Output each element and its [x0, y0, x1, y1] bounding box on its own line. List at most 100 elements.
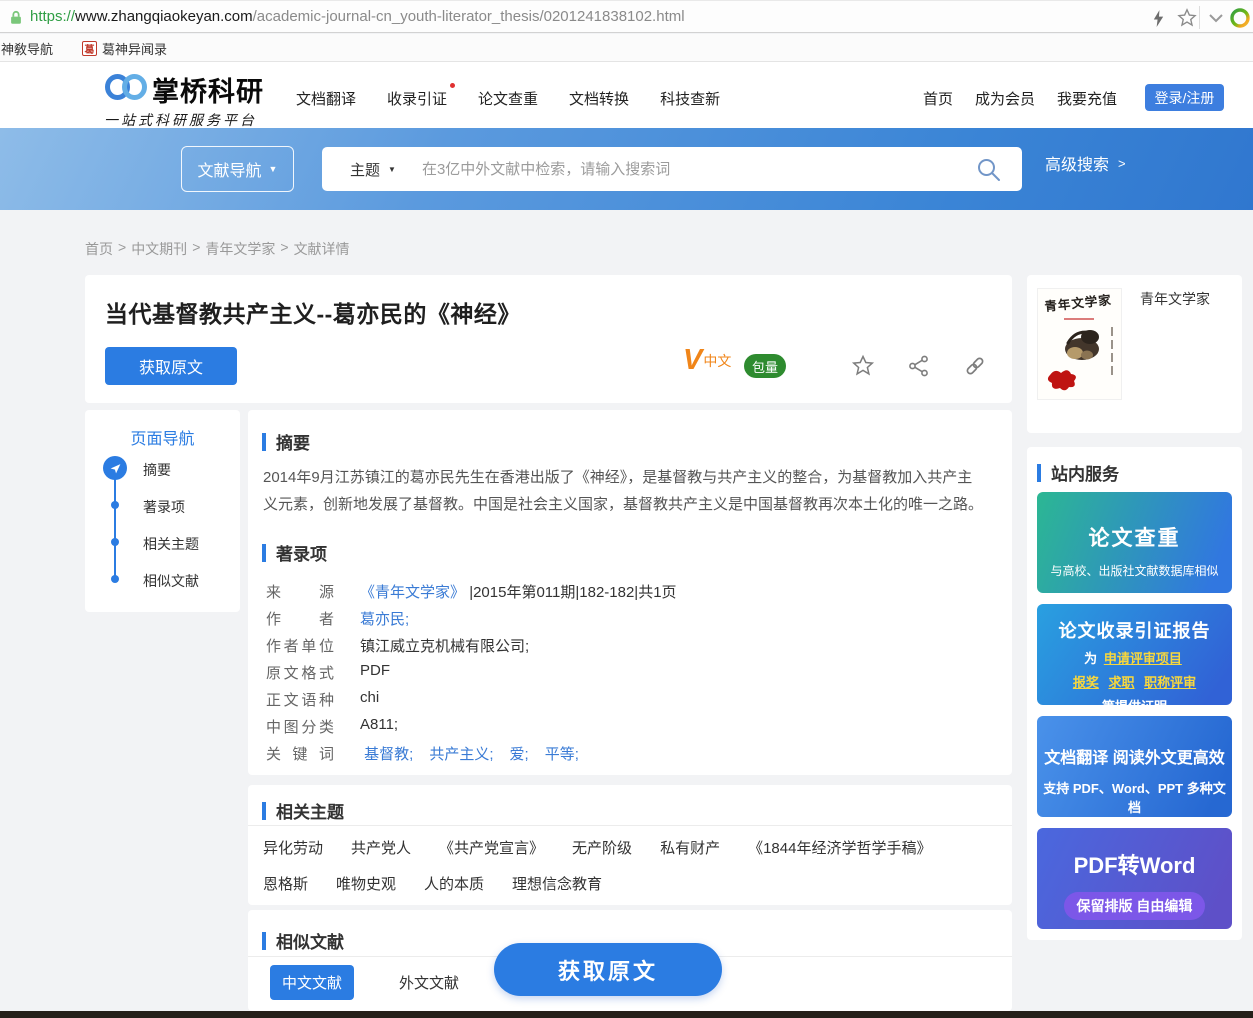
page-nav-item-related-topics[interactable]: 相关主题 — [143, 534, 199, 554]
bookmark-item[interactable]: 葛 葛神异闻录 — [82, 34, 167, 62]
service-doc-translate-banner[interactable]: 文档翻译 阅读外文更高效 支持 PDF、Word、PPT 多种文档 — [1037, 716, 1232, 817]
topic-link[interactable]: 共产党人 — [351, 837, 411, 858]
search-input[interactable] — [396, 161, 975, 178]
service-citation-report-banner[interactable]: 论文收录引证报告 为 申请评审项目 报奖 求职 职称评审 等提供证明 — [1037, 604, 1232, 705]
biblio-value: |2015年第011期|182-182|共1页 — [469, 584, 676, 601]
timeline-dot — [111, 575, 119, 583]
search-icon[interactable] — [975, 156, 1022, 183]
biblio-value: PDF — [360, 662, 390, 679]
biblio-value: chi — [360, 689, 379, 706]
topic-link[interactable]: 唯物史观 — [336, 873, 396, 894]
site-services-card: 站内服务 论文查重 与高校、出版社文献数据库相似 论文收录引证报告 为 申请评审… — [1027, 447, 1242, 940]
topic-link[interactable]: 异化劳动 — [263, 837, 323, 858]
biblio-row-author: 作者葛亦民; — [266, 608, 409, 629]
url-text[interactable]: https://www.zhangqiaokeyan.com/academic-… — [30, 1, 685, 33]
topic-link[interactable]: 私有财产 — [660, 837, 720, 858]
site-header: 掌桥科研 一站式科研服务平台 文档翻译 收录引证 论文查重 文档转换 科技查新 … — [0, 62, 1253, 128]
breadcrumb-journal-name[interactable]: 青年文学家 — [205, 239, 275, 259]
service-link-job[interactable]: 求职 — [1108, 675, 1134, 690]
service-subtitle: 支持 PDF、Word、PPT 多种文档 — [1037, 778, 1232, 816]
biblio-row-keywords: 关键词 基督教; 共产主义; 爱; 平等; — [266, 743, 595, 764]
abstract-heading: 摘要 — [276, 429, 310, 454]
page-nav-item-abstract[interactable]: 摘要 — [143, 460, 171, 480]
topic-link[interactable]: 《1844年经济学哲学手稿》 — [748, 837, 931, 858]
journal-cover-image[interactable]: 青年文学家 — [1037, 288, 1122, 400]
page-root: https://www.zhangqiaokeyan.com/academic-… — [0, 0, 1253, 1018]
chevron-down-icon[interactable] — [1204, 6, 1228, 30]
author-link[interactable]: 葛亦民; — [360, 611, 409, 628]
topic-link[interactable]: 理想信念教育 — [512, 873, 602, 894]
floating-get-fulltext-button[interactable]: 获取原文 — [494, 943, 722, 996]
tab-foreign-docs[interactable]: 外文文献 — [387, 965, 471, 1000]
biblio-label: 正文语种 — [266, 689, 334, 710]
bookmarks-bar: 神敎导航 葛 葛神异闻录 — [0, 34, 1253, 62]
biblio-row-classification: 中图分类A811; — [266, 716, 398, 737]
link-become-member[interactable]: 成为会员 — [975, 88, 1035, 109]
service-text: 为 — [1084, 651, 1097, 666]
breadcrumb-home[interactable]: 首页 — [85, 239, 113, 259]
service-pdf-to-word-banner[interactable]: PDF转Word 保留排版 自由编辑 — [1037, 828, 1232, 929]
link-recharge[interactable]: 我要充值 — [1057, 88, 1117, 109]
services-heading: 站内服务 — [1051, 460, 1119, 485]
search-category-dropdown[interactable]: 主题 ▼ — [322, 159, 396, 180]
copy-link-icon[interactable] — [962, 353, 988, 379]
nav-item-doc-convert[interactable]: 文档转换 — [569, 88, 629, 109]
bookmark-favicon: 葛 — [82, 41, 97, 56]
biblio-row-affiliation: 作者单位 镇江威立克机械有限公司; — [266, 635, 529, 656]
journal-link[interactable]: 《青年文学家》 — [360, 584, 465, 601]
biblio-row-language: 正文语种 chi — [266, 689, 379, 710]
topic-link[interactable]: 无产阶级 — [572, 837, 632, 858]
browser-avatar-icon[interactable] — [1228, 6, 1252, 30]
page-nav-card: 页面导航 摘要 著录项 相关主题 相似文献 — [85, 410, 240, 612]
bookmark-star-icon[interactable] — [1175, 6, 1199, 30]
keyword-link[interactable]: 爱; — [510, 746, 529, 763]
get-fulltext-button[interactable]: 获取原文 — [105, 347, 237, 385]
timeline-dot — [111, 501, 119, 509]
service-link-review-project[interactable]: 申请评审项目 — [1104, 651, 1182, 666]
active-marker-plane-icon — [103, 456, 127, 480]
nav-item-plagiarism-check[interactable]: 论文查重 — [478, 88, 538, 109]
keyword-link[interactable]: 基督教; — [364, 746, 413, 763]
breadcrumb-separator: > — [192, 239, 200, 259]
logo-title: 掌桥科研 — [152, 70, 264, 109]
keyword-link[interactable]: 平等; — [545, 746, 579, 763]
page-nav-item-similar-docs[interactable]: 相似文献 — [143, 571, 199, 591]
bookmark-item[interactable]: 神敎导航 — [1, 34, 53, 62]
section-accent-bar — [1037, 464, 1041, 482]
advanced-search-link[interactable]: 高级搜索 > — [1045, 151, 1126, 175]
lightning-icon[interactable] — [1146, 6, 1170, 30]
page-nav-item-biblio[interactable]: 著录项 — [143, 497, 185, 517]
biblio-label: 作者单位 — [266, 635, 334, 656]
share-icon[interactable] — [906, 353, 932, 379]
biblio-label: 中图分类 — [266, 716, 334, 737]
topic-link[interactable]: 《共产党宣言》 — [439, 837, 544, 858]
keyword-link[interactable]: 共产主义; — [429, 746, 493, 763]
check-v-icon: V — [683, 347, 702, 373]
login-register-button[interactable]: 登录/注册 — [1145, 84, 1224, 111]
journal-name-link[interactable]: 青年文学家 — [1140, 289, 1210, 309]
chevron-right-icon: > — [1118, 156, 1126, 171]
service-plagiarism-check-banner[interactable]: 论文查重 与高校、出版社文献数据库相似 — [1037, 492, 1232, 593]
biblio-value: 镇江威立克机械有限公司; — [360, 638, 529, 655]
account-links: 首页 成为会员 我要充值 — [923, 88, 1117, 109]
biblio-label: 关键词 — [266, 743, 334, 764]
nav-item-novelty-search[interactable]: 科技查新 — [660, 88, 720, 109]
link-home[interactable]: 首页 — [923, 88, 953, 109]
timeline-line — [114, 468, 116, 580]
nav-item-doc-translate[interactable]: 文档翻译 — [296, 88, 356, 109]
favorite-star-icon[interactable] — [850, 353, 876, 379]
abstract-section-heading: 摘要 — [262, 429, 310, 454]
article-title: 当代基督教共产主义--葛亦民的《神经》 — [105, 295, 521, 329]
site-logo[interactable]: 掌桥科研 一站式科研服务平台 — [104, 70, 264, 130]
topic-link[interactable]: 恩格斯 — [263, 873, 308, 894]
service-link-award[interactable]: 报奖 — [1073, 675, 1099, 690]
tab-chinese-docs[interactable]: 中文文献 — [270, 965, 354, 1000]
breadcrumb-cn-journal[interactable]: 中文期刊 — [131, 239, 187, 259]
browser-url-bar[interactable]: https://www.zhangqiaokeyan.com/academic-… — [0, 0, 1253, 33]
service-link-title-review[interactable]: 职称评审 — [1144, 675, 1196, 690]
topic-link[interactable]: 人的本质 — [424, 873, 484, 894]
literature-nav-button[interactable]: 文献导航 ▼ — [181, 146, 294, 192]
similar-docs-heading-row: 相似文献 — [262, 928, 344, 953]
nav-item-citation-index[interactable]: 收录引证 — [387, 88, 447, 109]
article-title-card: 当代基督教共产主义--葛亦民的《神经》 获取原文 V 中文 包量 — [85, 275, 1012, 403]
